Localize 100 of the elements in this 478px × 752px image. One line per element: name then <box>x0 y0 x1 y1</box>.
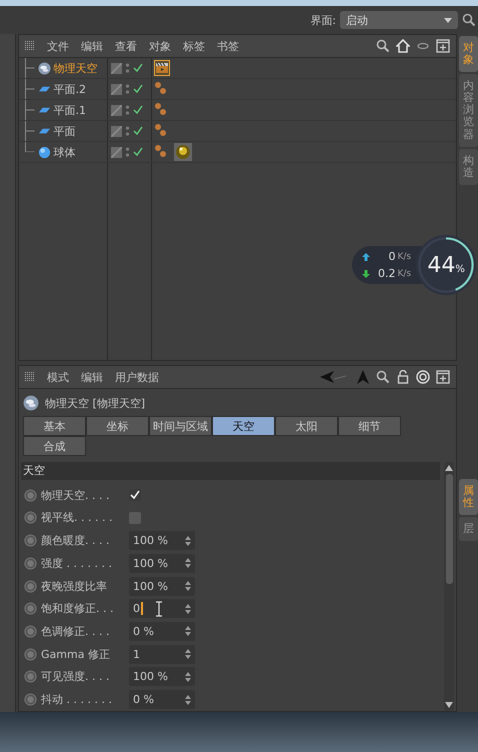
animate-dot-icon[interactable] <box>24 602 37 616</box>
lock-icon[interactable] <box>396 370 410 384</box>
sky-icon <box>38 62 50 74</box>
search-icon[interactable] <box>376 370 390 384</box>
download-unit: K/s <box>398 268 412 278</box>
check-icon[interactable] <box>133 126 143 136</box>
download-speed: 0.2 <box>378 267 396 280</box>
layer-icon[interactable] <box>111 104 122 116</box>
tab[interactable]: 基本 <box>23 416 86 436</box>
tree-branch-icon <box>25 58 34 78</box>
spinner-arrows-icon[interactable] <box>185 694 191 705</box>
target-icon[interactable] <box>416 370 430 384</box>
tree-branch-icon <box>25 79 34 99</box>
parameter-label: 物理天空. . . . <box>41 488 110 503</box>
visibility-dots-icon[interactable] <box>125 82 130 96</box>
layout-label: 界面: <box>310 12 336 28</box>
animate-dot-icon[interactable] <box>24 488 37 502</box>
layer-icon[interactable] <box>111 146 122 158</box>
number-field[interactable]: 0 % <box>129 690 195 710</box>
menu-item[interactable]: 对象 <box>149 38 171 54</box>
grip-icon[interactable] <box>25 372 35 382</box>
animate-dot-icon[interactable] <box>24 580 37 593</box>
scroll-down-icon[interactable] <box>445 702 453 708</box>
number-field[interactable]: 0 % <box>129 622 195 641</box>
tab[interactable]: 天空 <box>212 416 275 436</box>
spinner-arrows-icon[interactable] <box>185 581 191 592</box>
tab[interactable]: 太阳 <box>275 416 338 436</box>
layer-icon[interactable] <box>111 84 122 94</box>
number-field[interactable]: 100 % <box>129 554 195 573</box>
tab[interactable]: 坐标 <box>86 416 149 436</box>
number-field[interactable]: 100 % <box>129 576 195 596</box>
upload-arrow-icon <box>362 252 370 260</box>
visibility-dots-icon[interactable] <box>125 62 130 74</box>
checkbox[interactable] <box>129 512 141 524</box>
menu-item[interactable]: 用户数据 <box>115 370 159 384</box>
object-name[interactable]: 平面.1 <box>54 102 86 118</box>
visibility-dots-icon[interactable] <box>125 146 130 158</box>
parameter-label: 可见强度. . . . <box>41 669 110 684</box>
menu-item[interactable]: 模式 <box>47 370 69 384</box>
visibility-dots-icon[interactable] <box>125 124 130 138</box>
object-name[interactable]: 物理天空 <box>54 60 98 76</box>
animate-dot-icon[interactable] <box>24 534 37 548</box>
tab[interactable]: 时间与区域 <box>149 416 212 436</box>
number-field[interactable]: 100 % <box>129 667 195 686</box>
object-name[interactable]: 平面.2 <box>54 82 86 96</box>
animate-dot-icon[interactable] <box>24 556 37 570</box>
object-name[interactable]: 球体 <box>54 144 76 160</box>
scroll-thumb[interactable] <box>446 474 452 584</box>
search-icon[interactable] <box>376 39 390 53</box>
menu-item[interactable]: 编辑 <box>81 370 103 384</box>
menu-item[interactable]: 文件 <box>47 38 69 54</box>
search-icon[interactable] <box>462 13 476 27</box>
spinner-arrows-icon[interactable] <box>185 558 191 568</box>
upload-speed: 0 <box>388 250 396 263</box>
tab[interactable]: 细节 <box>338 416 401 436</box>
menu-item[interactable]: 查看 <box>115 38 137 54</box>
new-panel-icon[interactable] <box>436 370 450 384</box>
side-tab[interactable]: 属性 <box>459 478 478 516</box>
number-field[interactable]: 100 % <box>129 531 195 550</box>
number-field[interactable]: 1 <box>129 644 195 664</box>
grip-icon[interactable] <box>25 41 35 51</box>
layer-icon[interactable] <box>111 126 122 136</box>
scrollbar[interactable] <box>444 462 454 711</box>
animate-dot-icon[interactable] <box>24 511 37 524</box>
check-icon[interactable] <box>133 105 143 115</box>
spinner-arrows-icon[interactable] <box>185 626 191 636</box>
check-icon[interactable] <box>133 147 143 157</box>
side-tab[interactable]: 对象 <box>459 36 478 72</box>
number-field[interactable]: 0 <box>129 599 195 618</box>
side-tab[interactable]: 层 <box>459 517 478 542</box>
tree-branch-icon <box>25 100 34 120</box>
spinner-arrows-icon[interactable] <box>185 649 191 660</box>
spinner-arrows-icon[interactable] <box>185 672 191 682</box>
visibility-dots-icon[interactable] <box>125 104 130 116</box>
new-panel-icon[interactable] <box>436 39 450 53</box>
layout-dropdown[interactable]: 启动 <box>340 11 458 29</box>
check-icon[interactable] <box>133 84 143 94</box>
caret-icon <box>444 18 452 22</box>
menu-item[interactable]: 书签 <box>217 38 239 54</box>
menu-item[interactable]: 标签 <box>183 38 205 54</box>
spinner-arrows-icon[interactable] <box>185 604 191 614</box>
animate-dot-icon[interactable] <box>24 624 37 638</box>
animate-dot-icon[interactable] <box>24 693 37 706</box>
checkbox[interactable] <box>129 489 141 502</box>
menu-item[interactable]: 编辑 <box>81 38 103 54</box>
object-name[interactable]: 平面 <box>54 124 76 138</box>
parameter-label: 视平线. . . . . . <box>41 510 114 526</box>
check-icon[interactable] <box>133 63 143 73</box>
scroll-up-icon[interactable] <box>445 465 453 471</box>
spinner-arrows-icon[interactable] <box>185 536 191 546</box>
material-ball-icon[interactable] <box>174 143 192 161</box>
layer-icon[interactable] <box>111 62 122 74</box>
home-icon[interactable] <box>396 39 410 53</box>
animate-dot-icon[interactable] <box>24 648 37 661</box>
clapperboard-icon[interactable] <box>154 60 170 76</box>
side-tab[interactable]: 内容浏览器 <box>459 74 478 147</box>
animate-dot-icon[interactable] <box>24 670 37 684</box>
side-tab[interactable]: 构造 <box>459 148 478 185</box>
tab[interactable]: 合成 <box>23 436 86 456</box>
up-arrow-icon[interactable] <box>356 370 370 384</box>
